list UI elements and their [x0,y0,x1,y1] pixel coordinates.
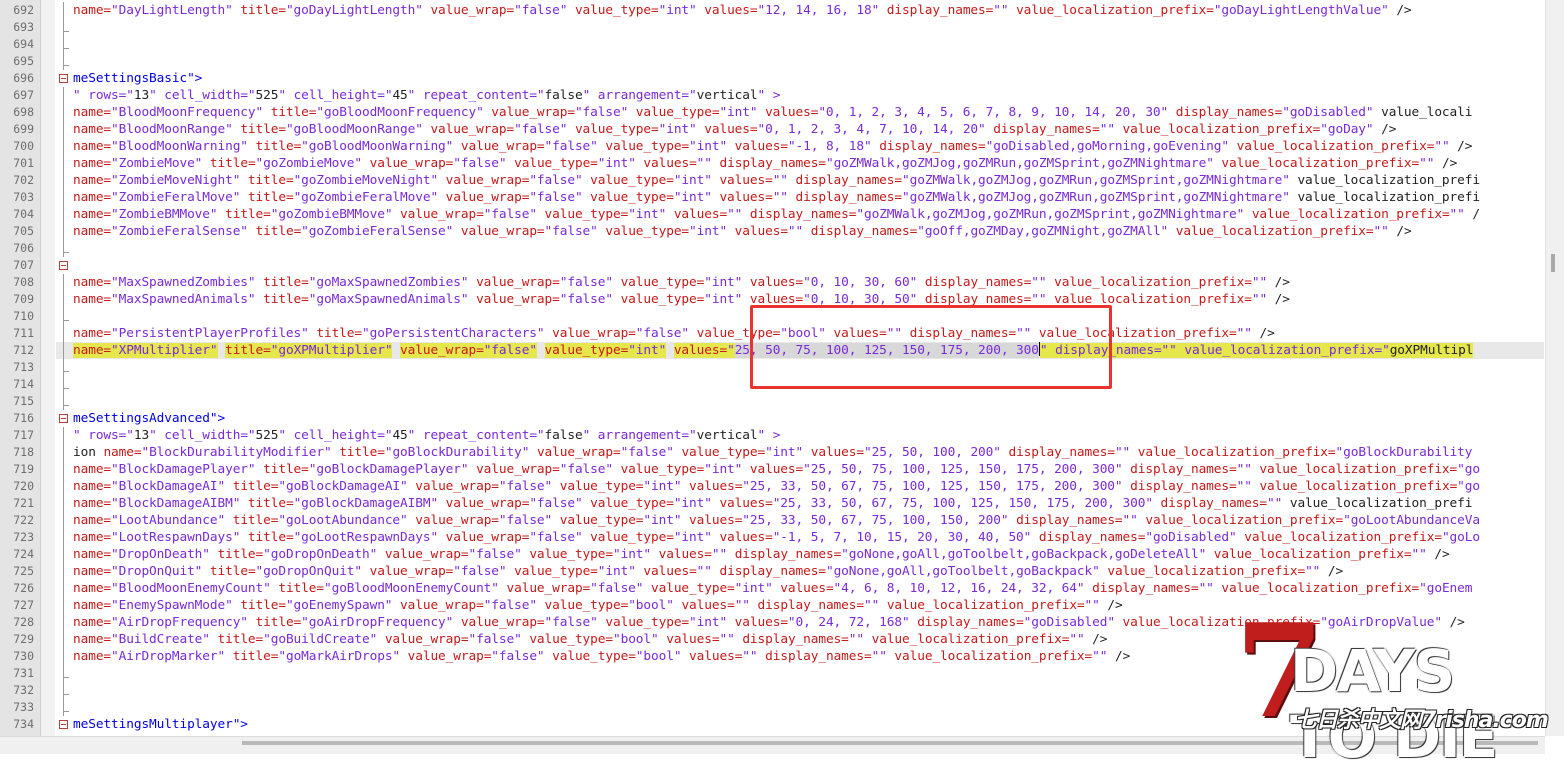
line-number: 692 [13,3,34,17]
fold-end-tick [63,371,69,372]
fold-end-tick [63,711,69,712]
code-line: name="LootAbundance" title="goLootAbunda… [73,513,1480,528]
fold-end-tick [63,65,69,66]
code-line: name="BloodMoonWarning" title="goBloodMo… [73,139,1473,154]
line-number: 712 [13,343,34,357]
code-line: name="DropOnQuit" title="goDropOnQuit" v… [73,564,1344,579]
fold-toggle-icon[interactable] [59,720,68,729]
annotation-box [750,305,1112,389]
fold-end-tick [63,405,69,406]
fold-toggle-icon[interactable] [59,74,68,83]
line-number: 705 [13,224,34,238]
fold-guide [63,2,64,70]
code-line: name="AirDropMarker" title="goMarkAirDro… [73,649,1131,664]
code-line: name="MaxSpawnedZombies" title="goMaxSpa… [73,275,1290,290]
fold-end-tick [63,31,69,32]
fold-end-tick [63,694,69,695]
code-line: name="DropOnDeath" title="goDropOnDeath"… [73,547,1450,562]
fold-end-tick [63,677,69,678]
code-line: meSettingsAdvanced"> [73,411,226,426]
code-line: name="ZombieFeralMove" title="goZombieFe… [73,190,1480,205]
code-line: name="EnemySpawnMode" title="goEnemySpaw… [73,598,1123,613]
line-number: 697 [13,88,34,102]
line-number: 703 [13,190,34,204]
line-number: 733 [13,700,34,714]
code-line: name="BloodMoonRange" title="goBloodMoon… [73,122,1397,137]
line-number: 721 [13,496,34,510]
line-number: 695 [13,54,34,68]
line-number: 708 [13,275,34,289]
code-line: ion name="BlockDurabilityModifier" title… [73,445,1473,460]
line-number: 731 [13,666,34,680]
line-number: 706 [13,241,34,255]
line-number: 698 [13,105,34,119]
fold-end-tick [63,388,69,389]
code-line: name="BlockDamageAI" title="goBlockDamag… [73,479,1480,494]
line-number: 728 [13,615,34,629]
code-line: name="LootRespawnDays" title="goLootResp… [73,530,1480,545]
line-number: 710 [13,309,34,323]
line-number: 704 [13,207,34,221]
code-line: name="BlockDamagePlayer" title="goBlockD… [73,462,1480,477]
code-line: name="BloodMoonEnemyCount" title="goBloo… [73,581,1473,596]
line-number: 723 [13,530,34,544]
line-number: 696 [13,71,34,85]
code-line: name="ZombieMoveNight" title="goZombieMo… [73,173,1480,188]
line-number: 724 [13,547,34,561]
vertical-scroll-thumb[interactable] [1551,254,1555,272]
line-number: 730 [13,649,34,663]
fold-guide [63,87,64,257]
code-line: name="ZombieBMMove" title="goZombieBMMov… [73,207,1480,222]
line-number: 722 [13,513,34,527]
line-number: 714 [13,377,34,391]
code-line: meSettingsBasic"> [73,71,203,86]
code-line: name="BuildCreate" title="goBuildCreate"… [73,632,1108,647]
code-editor[interactable]: 692 name="DayLightLength" title="goDayLig… [0,0,1564,770]
line-number: 726 [13,581,34,595]
line-number: 720 [13,479,34,493]
line-number: 719 [13,462,34,476]
line-number: 694 [13,37,34,51]
fold-toggle-icon[interactable] [59,261,68,270]
code-line: name="ZombieMove" title="goZombieMove" v… [73,156,1458,171]
line-number: 701 [13,156,34,170]
code-line: " rows="13" cell_width="525" cell_height… [73,88,781,103]
fold-guide [63,427,64,716]
line-number: 734 [13,717,34,731]
fold-end-tick [63,320,69,321]
line-number: 732 [13,683,34,697]
line-number: 711 [13,326,34,340]
line-number: 699 [13,122,34,136]
code-line: name="BloodMoonFrequency" title="goBlood… [73,105,1473,120]
logo-title: DAYS TO DIE [1290,637,1498,771]
fold-guide [63,274,64,410]
fold-end-tick [63,48,69,49]
line-number: 717 [13,428,34,442]
line-number: 716 [13,411,34,425]
line-number: 725 [13,564,34,578]
line-number: 718 [13,445,34,459]
line-number: 713 [13,360,34,374]
line-number: 702 [13,173,34,187]
line-number: 729 [13,632,34,646]
code-line: name="BlockDamageAIBM" title="goBlockDam… [73,496,1473,511]
fold-toggle-icon[interactable] [59,414,68,423]
code-line: " rows="13" cell_width="525" cell_height… [73,428,781,443]
line-number: 709 [13,292,34,306]
line-number: 727 [13,598,34,612]
line-number: 693 [13,20,34,34]
fold-margin [41,0,55,736]
code-line: name="ZombieFeralSense" title="goZombieF… [73,224,1412,239]
code-line: meSettingsMultiplayer"> [73,717,248,732]
line-number: 715 [13,394,34,408]
code-line: name="DayLightLength" title="goDayLightL… [73,3,1412,18]
logo-site: 七日杀中文网7risha.com [1295,708,1549,733]
line-number: 707 [13,258,34,272]
game-logo-watermark: 7 DAYS TO DIE 七日杀中文网7risha.com [1235,608,1555,770]
fold-end-tick [63,252,69,253]
line-number: 700 [13,139,34,153]
